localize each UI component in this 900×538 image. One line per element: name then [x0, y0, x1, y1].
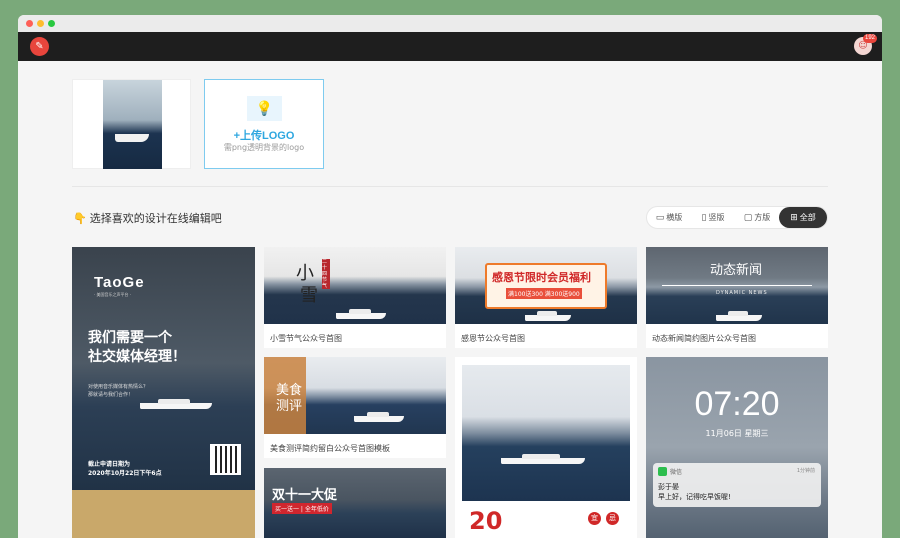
sea-stamp-1: 宜 [588, 512, 601, 525]
poster-headline-2: 社交媒体经理！ [88, 349, 186, 365]
grid-icon: ⊞ [790, 212, 798, 223]
template-card-sea[interactable]: 20 宜 忌 [455, 357, 637, 538]
upload-logo-title: +上传LOGO [233, 130, 295, 142]
section-title-text: 选择喜欢的设计在线编辑吧 [89, 212, 222, 225]
wechat-notification: 微信 1分钟前 彭于晏 早上好，记得吃早饭喔! [653, 463, 821, 507]
poster-brand-sub: · 美国音乐之声平台 · [94, 292, 132, 297]
poster-deadline-2: 2020年10月22日下午6点 [88, 470, 162, 477]
wechat-ago: 1分钟前 [796, 468, 815, 474]
double11-title: 双十一大促 [272, 488, 338, 503]
news-line [662, 285, 812, 286]
sea-stamp-2: 忌 [606, 512, 619, 525]
wechat-date: 11月06日 星期三 [705, 429, 769, 438]
template-card-poster[interactable]: TaoGe · 美国音乐之声平台 · 我们需要一个 社交媒体经理！ 对使用音乐媒… [72, 247, 255, 538]
template-caption: 感恩节公众号首图 [461, 334, 525, 343]
ship-image [501, 454, 585, 464]
template-card-wechat[interactable]: 07:20 11月06日 星期三 微信 1分钟前 彭于晏 早上好，记得吃早饭喔! [646, 357, 828, 538]
upload-logo-hint: 需png透明背景的logo [223, 143, 305, 152]
xiaoxue-tag: 二十四节气 [322, 259, 330, 289]
filter-landscape[interactable]: ▭ 横版 [647, 207, 691, 228]
window-titlebar [18, 15, 882, 32]
main-content: 💡 +上传LOGO 需png透明背景的logo 👇 选择喜欢的设计在线编辑吧 ▭ 横… [18, 61, 882, 538]
xiaoxue-big-2: 雪 [300, 285, 318, 306]
landscape-icon: ▭ [655, 212, 665, 223]
template-card-food[interactable]: 美食 测评 美食测评简约留白公众号首图模板 [264, 357, 446, 458]
browser-window: ✎ ☺ 192 💡 +上传LOGO 需png透明背景的logo 👇 选择喜欢的设计… [18, 15, 882, 538]
filter-square[interactable]: ▢ 方版 [735, 207, 779, 228]
wechat-icon [658, 467, 667, 476]
wechat-app-name: 微信 [670, 469, 683, 476]
poster-headline-1: 我们需要一个 [88, 330, 172, 346]
template-card-news[interactable]: 动态新闻 DYNAMIC NEWS 动态新闻简约图片公众号首图 [646, 247, 828, 348]
poster-deadline-1: 截止申请日期为 [88, 461, 131, 468]
ganen-offer: 满100送300 满300送900 [506, 288, 582, 299]
wechat-message: 早上好，记得吃早饭喔! [658, 493, 731, 501]
ganen-title: 感恩节限时会员福利 [492, 271, 591, 284]
square-icon: ▢ [743, 212, 753, 223]
template-caption: 小雪节气公众号首图 [270, 334, 342, 343]
minimize-window-button[interactable] [37, 20, 44, 27]
poster-sub-1: 对使用音乐媒体有热情么？ [88, 384, 149, 390]
poster-footer-bar [72, 490, 255, 538]
maximize-window-button[interactable] [48, 20, 55, 27]
filter-all[interactable]: ⊞ 全部 [779, 207, 827, 228]
close-window-button[interactable] [26, 20, 33, 27]
sea-number: 20 [469, 507, 503, 535]
double11-sub: 买一送一 | 全年低价 [272, 503, 332, 514]
section-title: 👇 选择喜欢的设计在线编辑吧 [73, 210, 222, 226]
current-image-thumbnail[interactable] [72, 79, 191, 169]
portrait-icon: ▯ [701, 212, 707, 223]
ship-image [354, 412, 404, 422]
poster-sub-2: 那就请与我们合作！ [88, 392, 134, 398]
template-caption: 美食测评简约留白公众号首图模板 [270, 444, 390, 453]
current-image-preview [103, 80, 162, 169]
food-line-2: 测评 [276, 399, 303, 414]
pointing-hand-icon: 👇 [73, 212, 87, 225]
template-card-xiaoxue[interactable]: 小 雪 二十四节气 小雪节气公众号首图 [264, 247, 446, 348]
sea-image [462, 365, 630, 501]
template-card-ganen[interactable]: 感恩节限时会员福利 满100送300 满300送900 感恩节公众号首图 [455, 247, 637, 348]
ship-image [115, 134, 149, 142]
section-divider [72, 186, 828, 187]
ship-image [525, 311, 571, 321]
ship-image [716, 311, 762, 321]
upload-logo-button[interactable]: 💡 +上传LOGO 需png透明背景的logo [204, 79, 324, 169]
lightbulb-icon: 💡 [247, 96, 282, 121]
template-caption: 动态新闻简约图片公众号首图 [652, 334, 756, 343]
poster-brand: TaoGe [94, 274, 145, 291]
ship-image [336, 309, 386, 319]
wechat-sender: 彭于晏 [658, 483, 679, 491]
wechat-time: 07:20 [694, 385, 780, 423]
notification-badge: 192 [862, 34, 877, 43]
app-header: ✎ ☺ 192 [18, 32, 882, 61]
news-subtitle: DYNAMIC NEWS [716, 290, 768, 296]
ship-image [140, 399, 212, 409]
news-title: 动态新闻 [710, 263, 763, 278]
filter-portrait[interactable]: ▯ 竖版 [691, 207, 735, 228]
format-filter-bar: ▭ 横版 ▯ 竖版 ▢ 方版 ⊞ 全部 [646, 206, 828, 229]
template-card-double11[interactable]: 双十一大促 买一送一 | 全年低价 [264, 468, 446, 538]
qr-code-icon [210, 444, 241, 475]
app-logo-icon[interactable]: ✎ [30, 37, 49, 56]
